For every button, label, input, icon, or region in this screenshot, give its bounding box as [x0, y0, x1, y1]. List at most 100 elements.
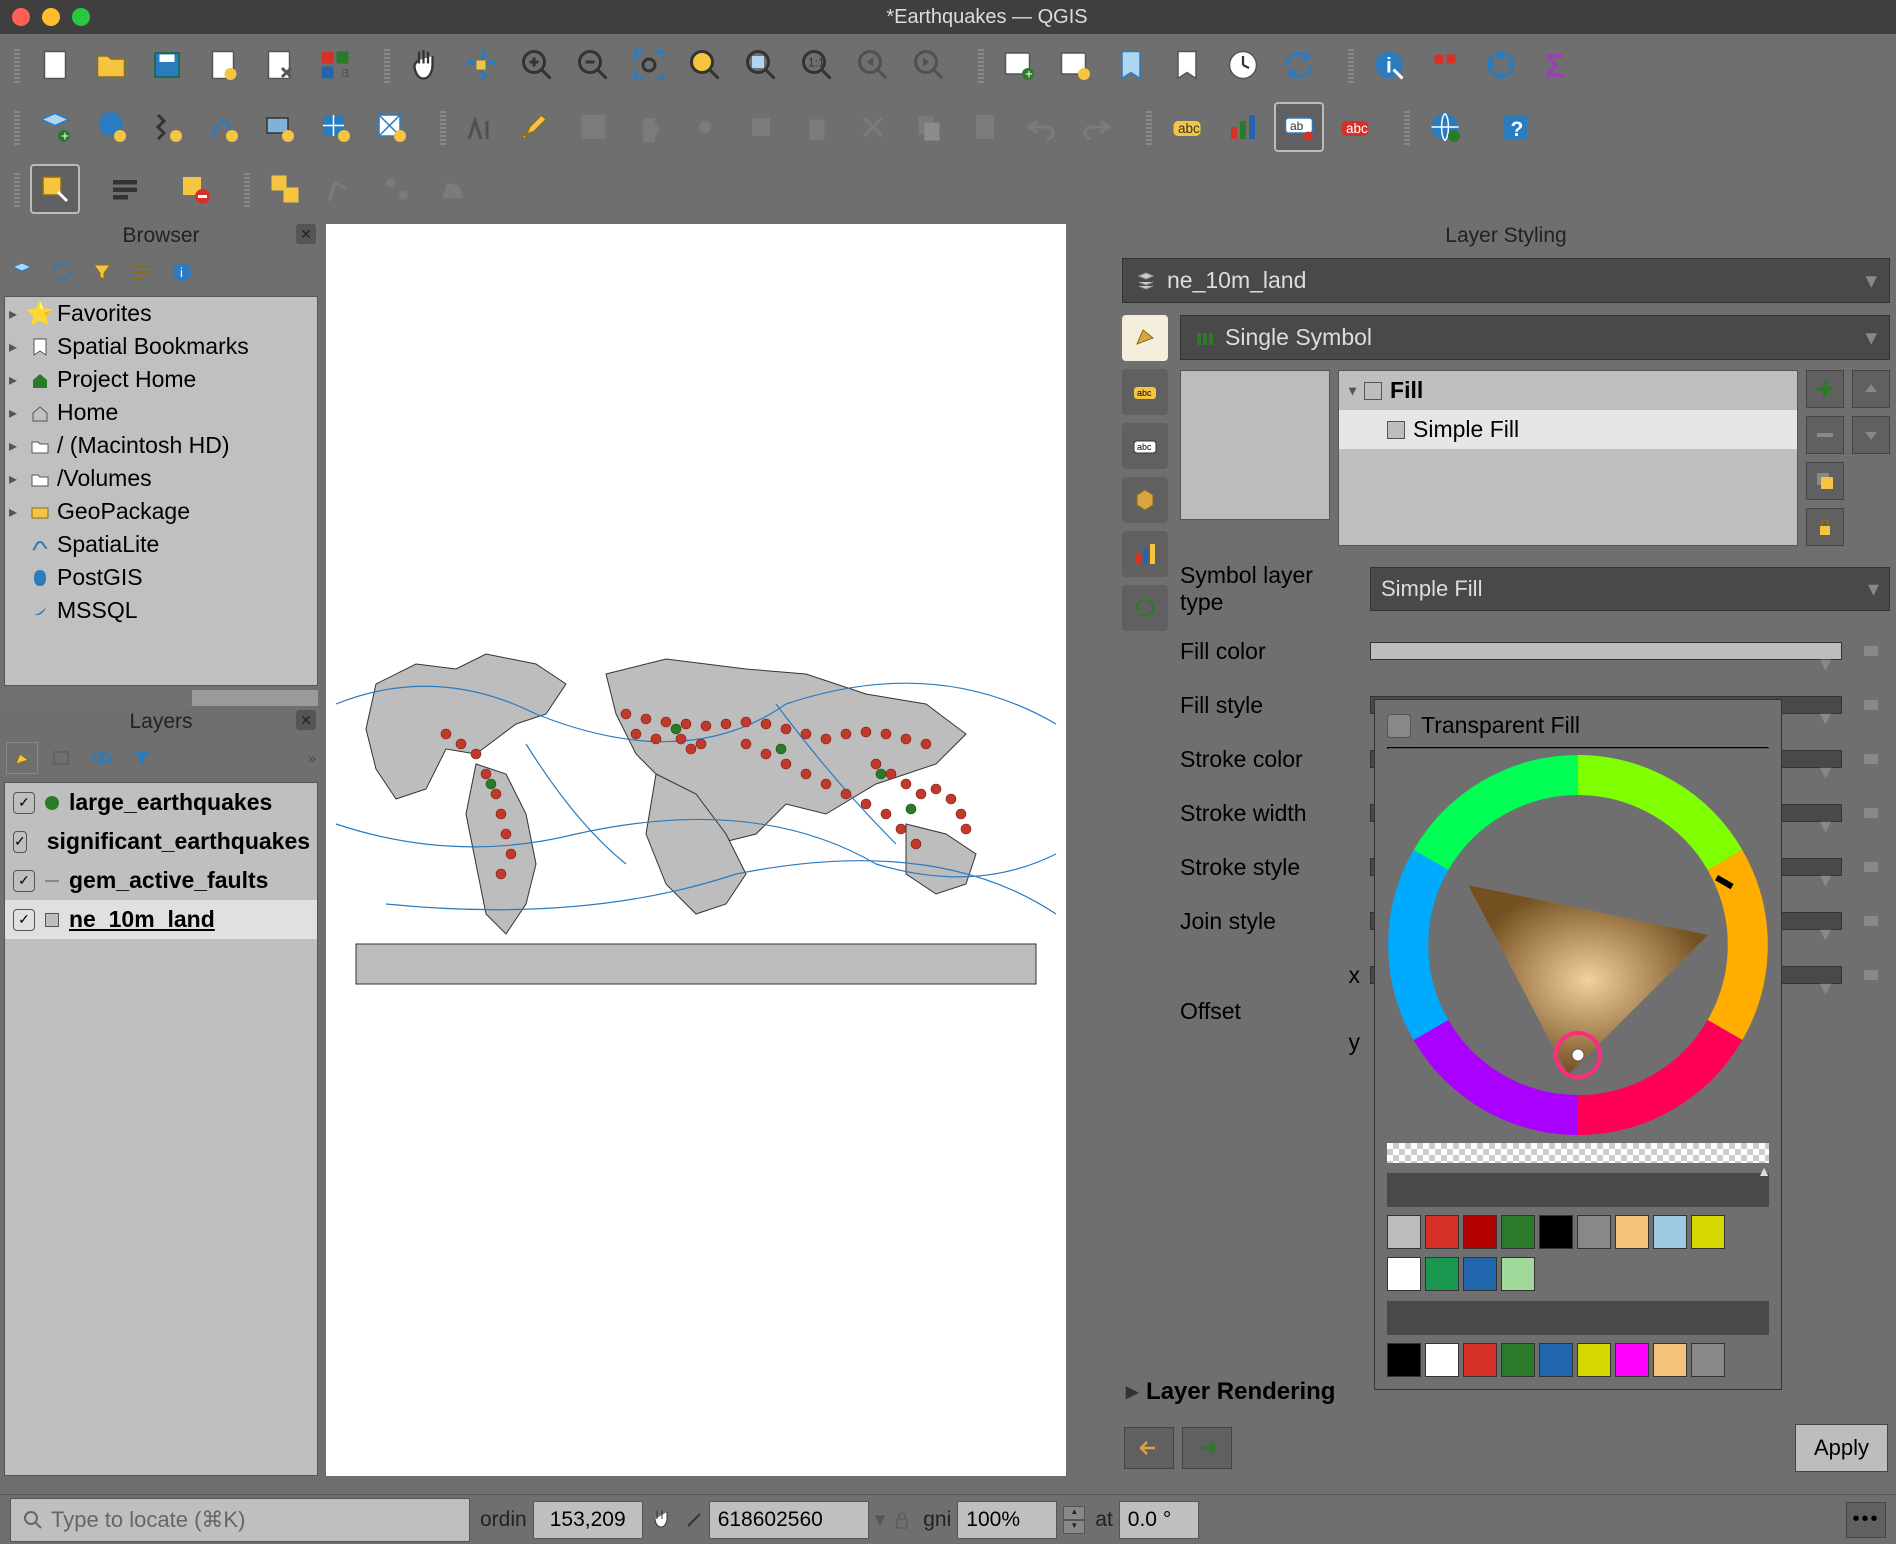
data-defined-icon[interactable]	[1852, 902, 1890, 940]
layout-manager-button[interactable]	[254, 40, 304, 90]
new-map-view-button[interactable]: +	[994, 40, 1044, 90]
rotation-input[interactable]	[1119, 1501, 1199, 1539]
toolbar-handle[interactable]	[14, 109, 20, 145]
remove-symbol-layer-button[interactable]	[1806, 416, 1844, 454]
symbol-layer-tree[interactable]: ▾Fill Simple Fill	[1338, 370, 1798, 546]
zoom-to-layer-button[interactable]	[736, 40, 786, 90]
current-edits-button[interactable]	[456, 102, 506, 152]
select-all-button[interactable]	[260, 164, 310, 214]
fill-color-select[interactable]	[1370, 642, 1842, 660]
measure-button[interactable]	[1476, 40, 1526, 90]
color-swatch[interactable]	[1539, 1343, 1573, 1377]
transparent-checkbox[interactable]	[1387, 714, 1411, 738]
alpha-slider[interactable]	[1387, 1143, 1769, 1163]
move-feature-button[interactable]	[736, 102, 786, 152]
color-swatch[interactable]	[1463, 1215, 1497, 1249]
color-swatch[interactable]	[1463, 1257, 1497, 1291]
zoom-in-button[interactable]	[512, 40, 562, 90]
new-mesh-layer-button[interactable]	[310, 102, 360, 152]
open-project-button[interactable]	[86, 40, 136, 90]
new-memory-layer-button[interactable]	[254, 102, 304, 152]
fill-tree-child[interactable]: Simple Fill	[1339, 410, 1797, 449]
toolbar-handle[interactable]	[14, 171, 20, 207]
magnifier-spinner[interactable]: ▲▼	[1063, 1506, 1085, 1534]
new-virtual-layer-button[interactable]	[366, 102, 416, 152]
zoom-native-button[interactable]: 1:1	[792, 40, 842, 90]
save-edits-button[interactable]	[568, 102, 618, 152]
styling-layer-selector[interactable]: ne_10m_land ▾	[1122, 258, 1890, 303]
minimize-window-button[interactable]	[42, 8, 60, 26]
browser-item-project-home[interactable]: ▸Project Home	[5, 363, 317, 396]
diagram-button[interactable]	[1218, 102, 1268, 152]
lock-layer-button[interactable]	[1806, 508, 1844, 546]
apply-button[interactable]: Apply	[1795, 1424, 1888, 1472]
layers-list[interactable]: ✓ large_earthquakes ✓ significant_earthq…	[4, 782, 318, 1476]
project-colors-bar[interactable]	[1387, 1301, 1769, 1335]
layer-row-significant[interactable]: ✓ significant_earthquakes	[5, 822, 317, 861]
color-swatch[interactable]	[1425, 1215, 1459, 1249]
mouse-extent-toggle[interactable]	[649, 1507, 675, 1533]
temporal-button[interactable]	[1218, 40, 1268, 90]
pan-to-selection-button[interactable]	[456, 40, 506, 90]
3d-view-tab[interactable]	[1122, 477, 1168, 523]
toolbar-handle[interactable]	[14, 47, 20, 83]
messages-button[interactable]: •••	[1846, 1502, 1886, 1538]
toolbar-handle[interactable]	[1348, 47, 1354, 83]
new-3d-map-button[interactable]	[1050, 40, 1100, 90]
magnifier-input[interactable]	[957, 1501, 1057, 1539]
layers-close-button[interactable]: ✕	[296, 710, 316, 730]
refresh-button[interactable]	[1274, 40, 1324, 90]
diagrams-tab[interactable]	[1122, 531, 1168, 577]
delete-button[interactable]	[792, 102, 842, 152]
collapse-all-icon[interactable]	[126, 256, 158, 288]
add-layer-icon[interactable]	[6, 256, 38, 288]
new-spatialite-button[interactable]	[198, 102, 248, 152]
toolbar-handle[interactable]	[978, 47, 984, 83]
color-swatch[interactable]	[1425, 1343, 1459, 1377]
recent-colors-bar[interactable]	[1387, 1173, 1769, 1207]
browser-item-postgis[interactable]: PostGIS	[5, 561, 317, 594]
symbol-layer-type-select[interactable]: Simple Fill	[1370, 567, 1890, 611]
vertex-tool-button[interactable]	[316, 164, 366, 214]
toolbar-handle[interactable]	[1404, 109, 1410, 145]
browser-item-bookmarks[interactable]: ▸Spatial Bookmarks	[5, 330, 317, 363]
color-swatch[interactable]	[1501, 1215, 1535, 1249]
color-swatch[interactable]	[1387, 1215, 1421, 1249]
fill-tree-root[interactable]: ▾Fill	[1339, 371, 1797, 410]
zoom-to-selection-button[interactable]	[680, 40, 730, 90]
manage-visibility-icon[interactable]	[86, 742, 118, 774]
layer-checkbox[interactable]: ✓	[13, 792, 35, 814]
locator-search[interactable]: Type to locate (⌘K)	[10, 1498, 470, 1542]
pan-button[interactable]	[400, 40, 450, 90]
add-symbol-layer-button[interactable]	[1806, 370, 1844, 408]
copy-button[interactable]	[904, 102, 954, 152]
browser-item-favorites[interactable]: ▸⭐Favorites	[5, 297, 317, 330]
select-features-button[interactable]	[30, 164, 80, 214]
select-by-expression-button[interactable]	[100, 164, 150, 214]
browser-item-home[interactable]: ▸Home	[5, 396, 317, 429]
style-manager-button[interactable]: a	[310, 40, 360, 90]
renderer-type-select[interactable]: Single Symbol ▾	[1180, 315, 1890, 360]
layer-row-large-earthquakes[interactable]: ✓ large_earthquakes	[5, 783, 317, 822]
paste-button[interactable]	[960, 102, 1010, 152]
history-tab[interactable]	[1122, 585, 1168, 631]
filter-legend-icon[interactable]	[126, 742, 158, 774]
undo-style-button[interactable]	[1124, 1427, 1174, 1469]
color-wheel[interactable]	[1388, 755, 1768, 1135]
data-defined-icon[interactable]	[1852, 686, 1890, 724]
undo-button[interactable]	[1016, 102, 1066, 152]
properties-icon[interactable]: i	[166, 256, 198, 288]
show-bookmarks-button[interactable]	[1162, 40, 1212, 90]
zoom-last-button[interactable]	[848, 40, 898, 90]
toolbar-handle[interactable]	[1146, 109, 1152, 145]
color-swatch[interactable]	[1501, 1343, 1535, 1377]
identify-button[interactable]: i	[1364, 40, 1414, 90]
add-polygon-button[interactable]	[428, 164, 478, 214]
layer-row-land[interactable]: ✓ ne_10m_land	[5, 900, 317, 939]
styling-panel-icon[interactable]	[6, 742, 38, 774]
coord-input[interactable]	[533, 1501, 643, 1539]
toggle-editing-button[interactable]	[512, 102, 562, 152]
close-window-button[interactable]	[12, 8, 30, 26]
zoom-full-button[interactable]	[624, 40, 674, 90]
statistics-button[interactable]: Σ	[1532, 40, 1582, 90]
